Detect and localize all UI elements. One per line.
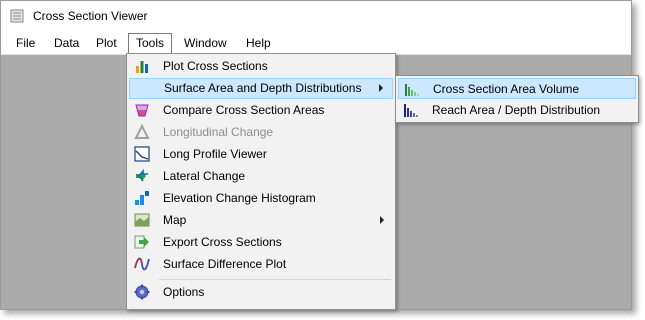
menu-item-label: Compare Cross Section Areas xyxy=(163,103,325,117)
menu-item-elevation-histogram[interactable]: Elevation Change Histogram xyxy=(129,188,393,209)
map-icon xyxy=(134,213,150,227)
menu-item-label: Surface Area and Depth Distributions xyxy=(164,81,362,95)
submenu-arrow-icon xyxy=(380,216,384,224)
menu-item-surface-difference-plot[interactable]: Surface Difference Plot xyxy=(129,254,393,275)
title-bar: Cross Section Viewer xyxy=(1,1,631,32)
menu-help[interactable]: Help xyxy=(239,34,278,52)
wave-icon xyxy=(134,257,150,271)
menu-item-label: Export Cross Sections xyxy=(163,235,282,249)
submenu-item-cross-section-area-volume[interactable]: Cross Section Area Volume xyxy=(398,78,636,99)
menu-item-label: Plot Cross Sections xyxy=(163,59,268,73)
menu-window[interactable]: Window xyxy=(177,34,234,52)
submenu-item-reach-area-depth[interactable]: Reach Area / Depth Distribution xyxy=(398,100,636,121)
blue-bars-icon xyxy=(404,104,418,117)
gear-icon xyxy=(134,284,150,300)
export-arrow-icon xyxy=(134,235,149,249)
menu-item-label: Long Profile Viewer xyxy=(163,147,267,161)
menu-bar: File Data Plot Tools Window Help xyxy=(1,32,631,55)
menu-item-options[interactable]: Options xyxy=(129,282,393,303)
submenu-item-label: Cross Section Area Volume xyxy=(433,82,580,96)
menu-item-surface-area-depth[interactable]: Surface Area and Depth Distributions xyxy=(129,78,393,99)
menu-item-compare-areas[interactable]: Compare Cross Section Areas xyxy=(129,100,393,121)
delta-icon xyxy=(134,124,150,139)
menu-item-lateral-change[interactable]: Lateral Change xyxy=(129,166,393,187)
submenu-arrow-icon xyxy=(379,84,383,92)
tools-dropdown-menu: Plot Cross Sections Surface Area and Dep… xyxy=(126,53,396,310)
menu-item-plot-cross-sections[interactable]: Plot Cross Sections xyxy=(129,56,393,77)
profile-chart-icon xyxy=(134,146,150,162)
bar-chart-icon xyxy=(136,61,148,73)
menu-item-export-cross-sections[interactable]: Export Cross Sections xyxy=(129,232,393,253)
submenu-item-label: Reach Area / Depth Distribution xyxy=(432,103,601,117)
menu-item-label: Map xyxy=(163,213,187,227)
menu-item-label: Longitudinal Change xyxy=(163,125,274,139)
menu-plot[interactable]: Plot xyxy=(89,34,124,52)
surface-area-submenu: Cross Section Area Volume Reach Area / D… xyxy=(395,75,639,123)
menu-separator xyxy=(159,279,391,280)
menu-item-longitudinal-change: Longitudinal Change xyxy=(129,122,393,143)
histogram-icon xyxy=(135,191,149,205)
green-bars-icon xyxy=(405,84,419,96)
menu-item-map[interactable]: Map xyxy=(129,210,393,231)
menu-tools[interactable]: Tools xyxy=(128,33,173,54)
window-title: Cross Section Viewer xyxy=(33,9,148,23)
lateral-arrows-icon xyxy=(136,168,148,182)
menu-item-label: Elevation Change Histogram xyxy=(163,191,316,205)
menu-item-label: Surface Difference Plot xyxy=(163,257,287,271)
app-icon xyxy=(10,9,24,23)
menu-item-label: Options xyxy=(163,285,205,299)
menu-data[interactable]: Data xyxy=(47,34,86,52)
menu-file[interactable]: File xyxy=(9,34,42,52)
menu-item-long-profile-viewer[interactable]: Long Profile Viewer xyxy=(129,144,393,165)
compare-areas-icon xyxy=(135,104,149,117)
menu-item-label: Lateral Change xyxy=(163,169,246,183)
